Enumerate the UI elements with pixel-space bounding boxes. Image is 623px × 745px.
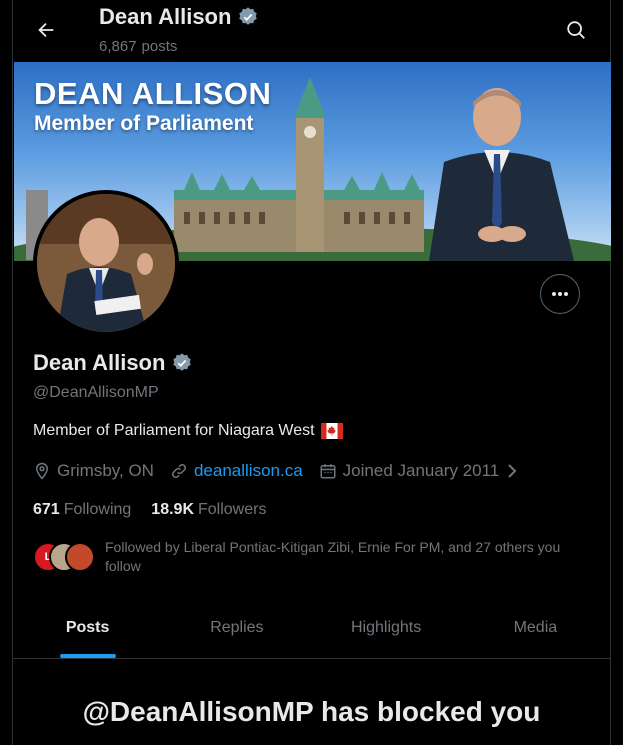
tab-replies[interactable]: Replies: [162, 598, 311, 658]
followed-by-text: Followed by Liberal Pontiac-Kitigan Zibi…: [105, 539, 561, 574]
search-icon: [567, 21, 585, 39]
avatar[interactable]: [33, 190, 179, 336]
website-link[interactable]: deanallison.ca: [194, 461, 303, 481]
following-link[interactable]: 671 Following: [33, 501, 131, 519]
followers-label: Followers: [198, 501, 267, 518]
canada-flag-icon: [320, 423, 343, 439]
following-label: Following: [63, 501, 132, 518]
header-post-count: 6,867 posts: [99, 38, 177, 55]
profile-column: Dean Allison 6,867 posts DEAN ALLISON Me…: [12, 0, 611, 745]
banner-title: DEAN ALLISON: [34, 76, 272, 111]
header-name: Dean Allison: [99, 4, 232, 29]
profile-handle: @DeanAllisonMP: [33, 384, 159, 401]
more-options-button[interactable]: [540, 274, 580, 314]
avatar-image: [37, 194, 175, 332]
tab-label: Media: [513, 619, 558, 636]
tab-highlights[interactable]: Highlights: [312, 598, 461, 658]
active-tab-indicator: [59, 654, 116, 658]
website: deanallison.ca: [170, 461, 303, 481]
followers-link[interactable]: 18.9K Followers: [151, 501, 266, 519]
tab-label: Replies: [210, 619, 264, 636]
joined-date[interactable]: Joined January 2011: [319, 461, 520, 481]
follower-avatars: L: [33, 542, 95, 572]
joined-text: Joined January 2011: [342, 461, 500, 480]
blocked-message: @DeanAllisonMP has blocked you: [82, 696, 541, 727]
verified-badge-icon: [173, 353, 192, 371]
verified-badge-icon: [239, 7, 258, 25]
location: Grimsby, ON: [33, 461, 154, 481]
following-count: 671: [33, 501, 60, 518]
tab-label: Posts: [65, 619, 110, 636]
follow-stats: 671 Following 18.9K Followers: [33, 501, 266, 519]
tab-label: Highlights: [350, 619, 422, 636]
back-button[interactable]: [31, 15, 61, 45]
link-icon: [171, 463, 186, 479]
header-title: Dean Allison: [99, 4, 259, 30]
profile-name-row: Dean Allison: [33, 350, 193, 376]
profile-name: Dean Allison: [33, 350, 166, 375]
top-bar: Dean Allison 6,867 posts: [13, 0, 612, 62]
location-pin-icon: [35, 462, 49, 480]
search-button[interactable]: [562, 16, 590, 44]
arrow-left-icon: [38, 22, 54, 38]
chevron-right-icon: [508, 464, 517, 478]
bio-text: Member of Parliament for Niagara West: [33, 422, 315, 439]
calendar-icon: [320, 464, 336, 479]
tab-media[interactable]: Media: [461, 598, 610, 658]
banner-subtitle: Member of Parliament: [34, 112, 254, 135]
profile-bio: Member of Parliament for Niagara West: [33, 422, 343, 440]
posts-count: 6,867: [99, 38, 137, 55]
followers-count: 18.9K: [151, 501, 194, 518]
tab-posts[interactable]: Posts: [13, 598, 162, 658]
location-text: Grimsby, ON: [57, 461, 154, 480]
more-horizontal-icon: [552, 292, 568, 296]
posts-label: posts: [141, 38, 178, 55]
profile-tabs: Posts Replies Highlights Media: [13, 598, 610, 659]
follower-avatar: [65, 542, 95, 572]
profile-meta: Grimsby, ON deanallison.ca Joined Januar…: [33, 461, 535, 481]
